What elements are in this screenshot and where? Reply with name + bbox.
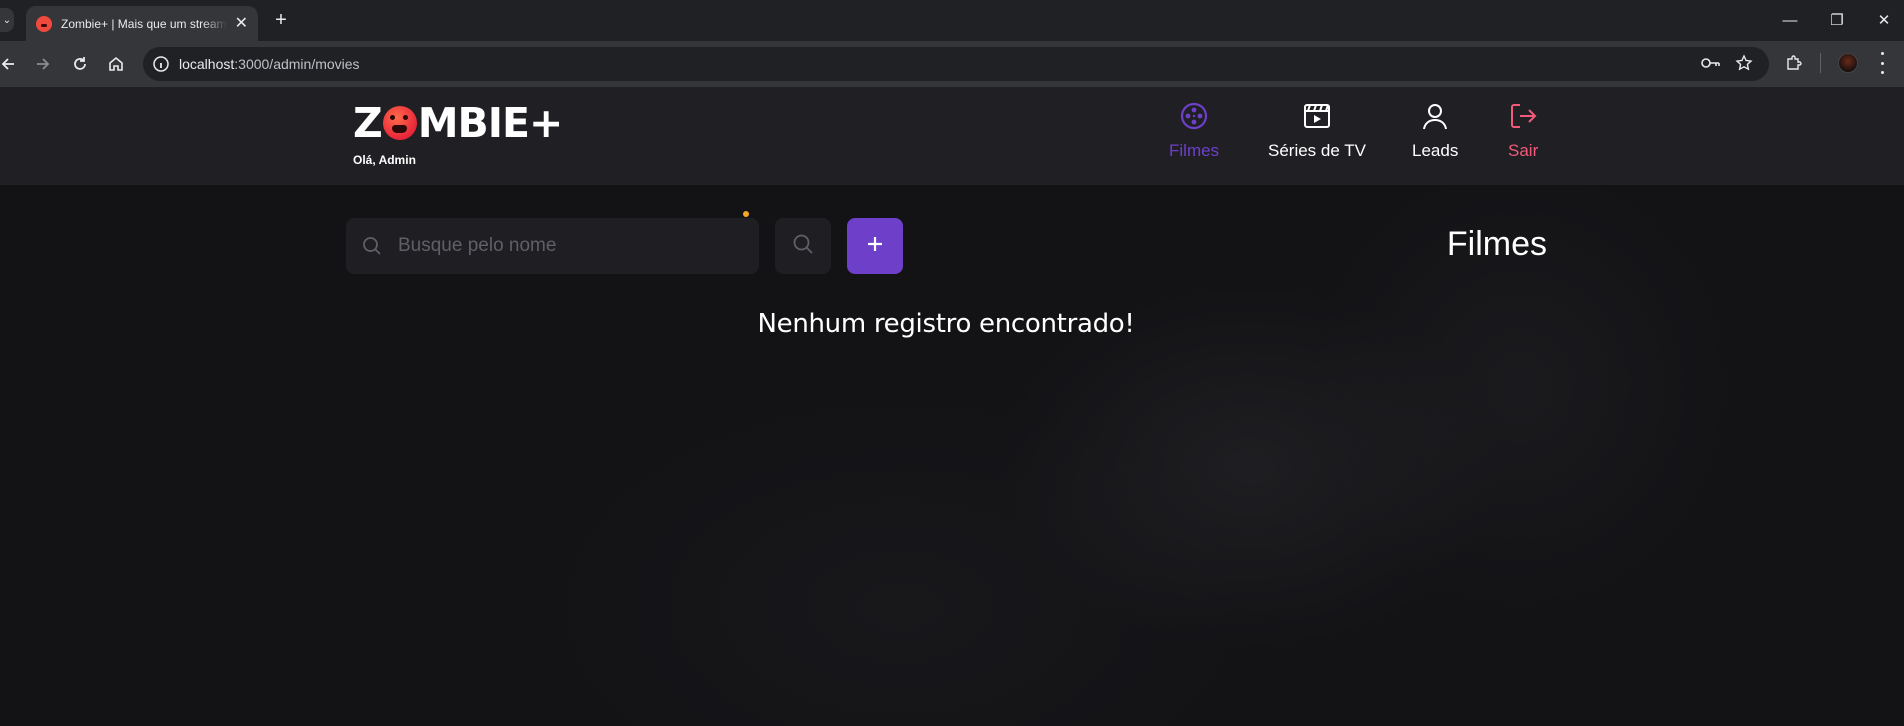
new-tab-button[interactable]: + bbox=[270, 9, 292, 31]
page-title: Filmes bbox=[1446, 225, 1547, 263]
notification-dot bbox=[743, 211, 749, 217]
profile-avatar[interactable] bbox=[1838, 53, 1858, 73]
browser-tab[interactable]: Zombie+ | Mais que um streaming ✕ bbox=[26, 6, 258, 41]
url-host: localhost bbox=[179, 56, 235, 72]
toolbar-separator bbox=[1820, 53, 1821, 73]
extensions-puzzle-icon[interactable] bbox=[1783, 52, 1805, 74]
empty-state-message: Nenhum registro encontrado! bbox=[757, 309, 1135, 339]
browser-menu-icon[interactable] bbox=[1878, 52, 1886, 74]
app-page: Z MBIE+ Olá, Admin Filmes Séries de TV L… bbox=[0, 87, 1904, 726]
zombie-face-icon bbox=[382, 106, 417, 140]
tab-title: Zombie+ | Mais que um streaming bbox=[61, 16, 227, 31]
forward-arrow-icon[interactable] bbox=[29, 50, 57, 78]
logout-icon bbox=[1508, 101, 1538, 131]
url-path: :3000/admin/movies bbox=[234, 56, 360, 72]
nav-label-leads: Leads bbox=[1412, 141, 1459, 160]
address-bar[interactable]: localhost:3000/admin/movies bbox=[143, 47, 1769, 81]
nav-item-leads[interactable]: Leads bbox=[1412, 101, 1458, 161]
url-text[interactable]: localhost:3000/admin/movies bbox=[179, 56, 360, 72]
home-icon[interactable] bbox=[102, 50, 130, 78]
site-info-icon[interactable] bbox=[152, 55, 170, 73]
nav-label-filmes: Filmes bbox=[1169, 141, 1220, 160]
search-button-icon bbox=[792, 233, 814, 260]
clapperboard-icon bbox=[1302, 101, 1332, 131]
window-close-button[interactable]: ✕ bbox=[1864, 8, 1904, 32]
zombie-plus-logo[interactable]: Z MBIE+ bbox=[353, 99, 563, 147]
reload-icon[interactable] bbox=[66, 50, 94, 78]
password-key-icon[interactable] bbox=[1700, 52, 1722, 74]
search-field[interactable] bbox=[346, 218, 759, 274]
search-input[interactable] bbox=[398, 218, 738, 274]
browser-tab-bar: ⌄ Zombie+ | Mais que um streaming ✕ + — … bbox=[0, 0, 1904, 41]
nav-label-series: Séries de TV bbox=[1268, 141, 1366, 160]
search-icon bbox=[362, 236, 382, 256]
bookmark-star-icon[interactable] bbox=[1733, 52, 1755, 74]
zombie-favicon-icon bbox=[36, 15, 52, 32]
tab-close-icon[interactable]: ✕ bbox=[235, 15, 248, 32]
nav-item-series[interactable]: Séries de TV bbox=[1268, 101, 1366, 161]
browser-toolbar: localhost:3000/admin/movies bbox=[0, 41, 1904, 87]
nav-item-filmes[interactable]: Filmes bbox=[1169, 101, 1219, 161]
app-header: Z MBIE+ Olá, Admin Filmes Séries de TV L… bbox=[0, 87, 1904, 185]
back-arrow-icon[interactable] bbox=[0, 50, 22, 78]
film-reel-icon bbox=[1179, 101, 1209, 131]
plus-icon bbox=[865, 234, 885, 259]
logo-text-right: MBIE+ bbox=[417, 99, 564, 147]
nav-label-sair: Sair bbox=[1508, 141, 1539, 160]
search-button[interactable] bbox=[775, 218, 831, 274]
nav-item-sair[interactable]: Sair bbox=[1508, 101, 1538, 161]
user-icon bbox=[1420, 101, 1450, 131]
logo-text-left: Z bbox=[353, 99, 383, 147]
add-movie-button[interactable] bbox=[847, 218, 903, 274]
restore-button[interactable]: ❐ bbox=[1817, 8, 1857, 32]
greeting-text: Olá, Admin bbox=[353, 153, 416, 167]
minimize-button[interactable]: — bbox=[1770, 8, 1810, 32]
tab-list-chevron-icon[interactable]: ⌄ bbox=[0, 8, 14, 32]
